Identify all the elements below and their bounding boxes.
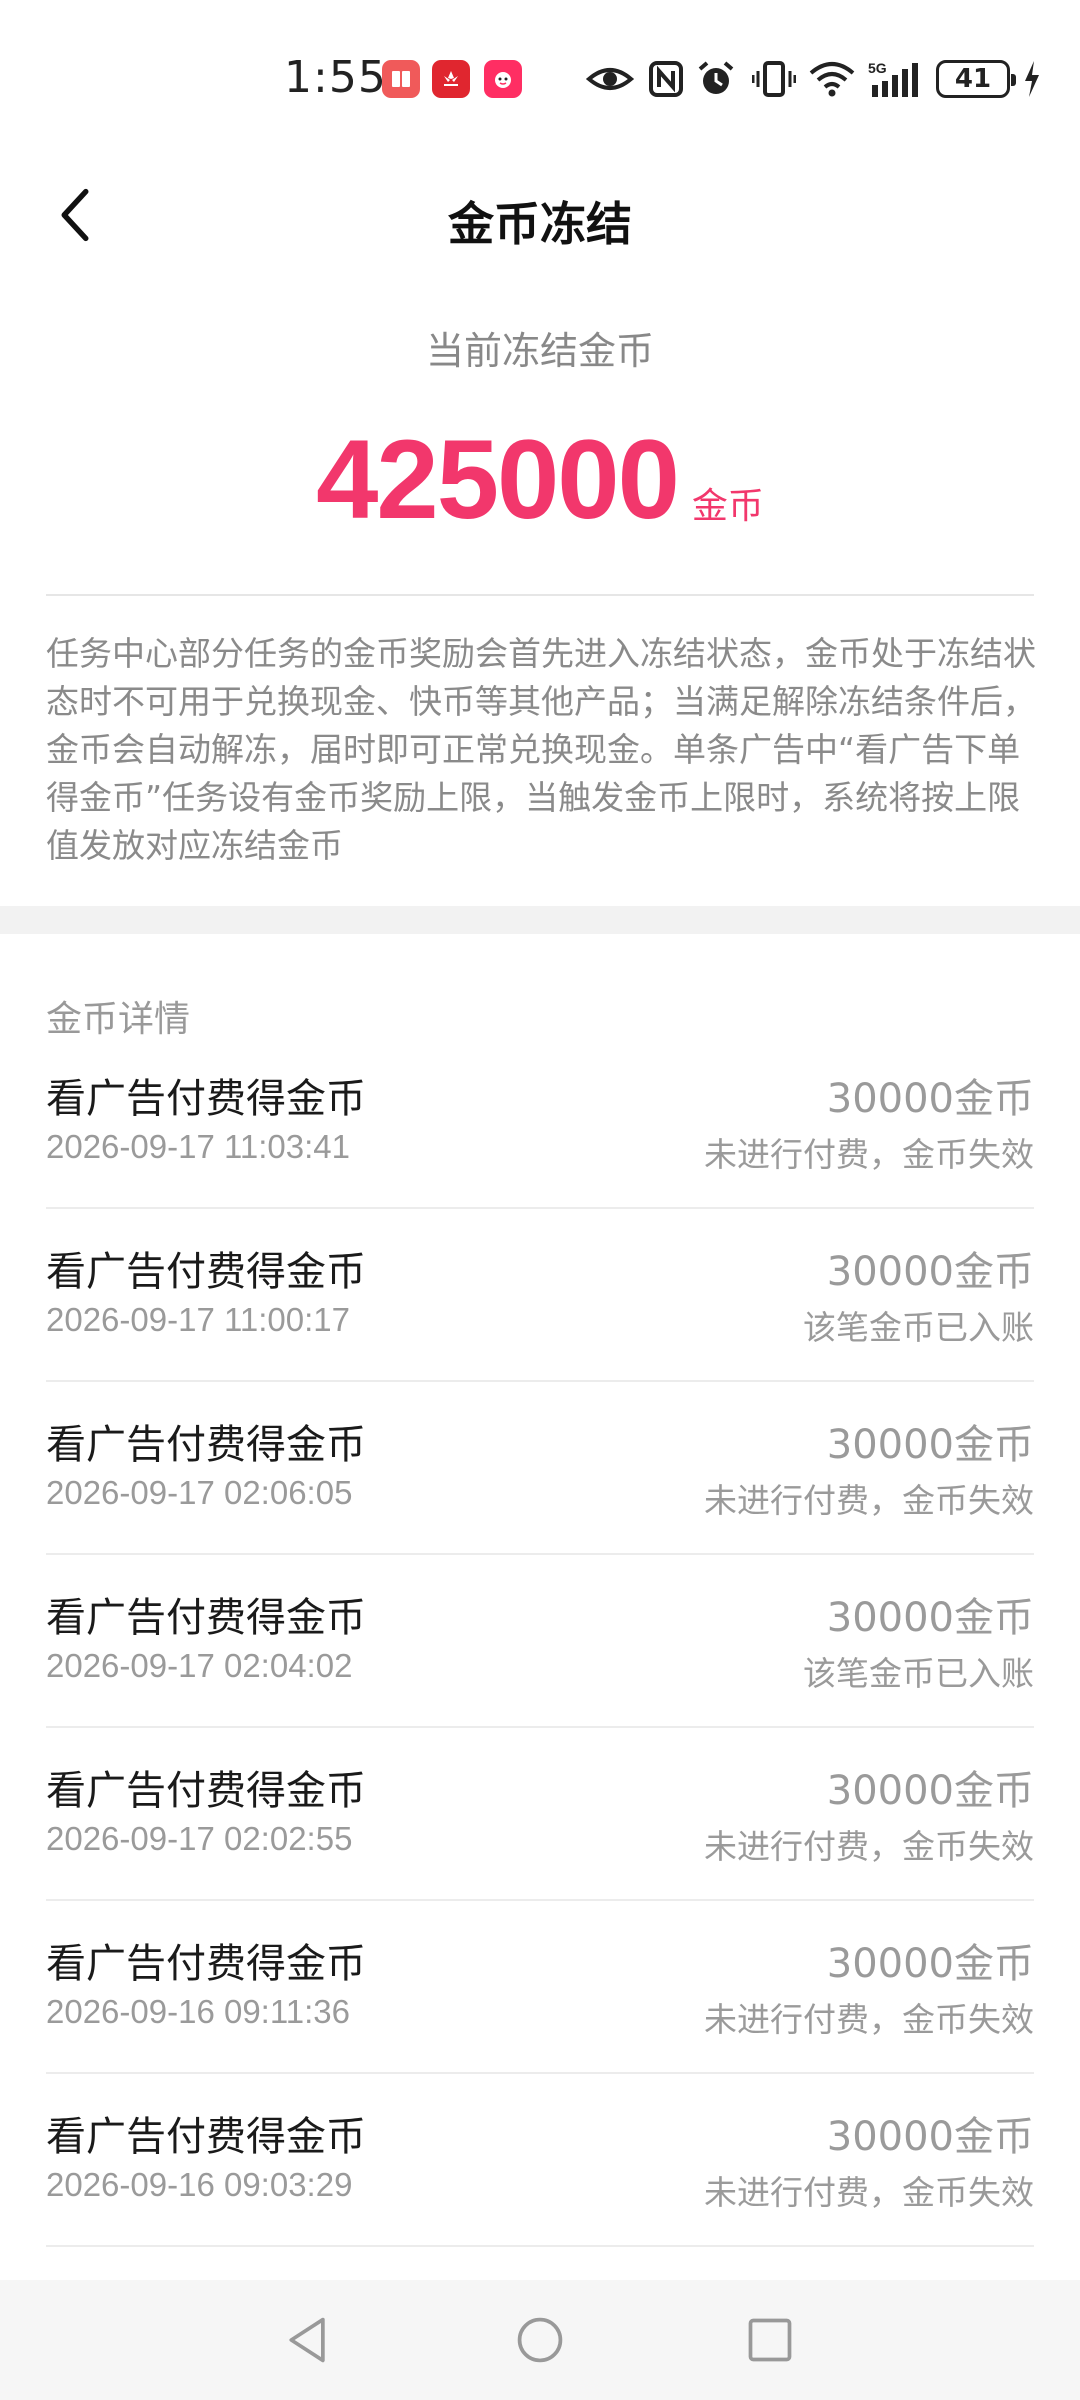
item-time: 2026-09-17 11:03:41 (46, 1128, 350, 1165)
recents-square-icon[interactable] (742, 2312, 798, 2368)
list-item: 看广告付费得金币 2026-09-17 11:00:17 30000金币 该笔金… (46, 1209, 1034, 1382)
item-amount: 30000金币 (826, 1422, 1034, 1468)
list-item: 看广告付费得金币 2026-09-16 09:11:36 30000金币 未进行… (46, 1901, 1034, 2074)
item-title: 看广告付费得金币 (46, 1595, 366, 1641)
status-bar: 1:55 5G 41 (0, 0, 1080, 160)
nfc-icon (648, 58, 684, 100)
item-title: 看广告付费得金币 (46, 1941, 366, 1987)
item-time: 2026-09-17 02:06:05 (46, 1474, 353, 1511)
item-status: 未进行付费，金币失效 (704, 2000, 1034, 2039)
battery-indicator: 41 (936, 60, 1016, 98)
item-title: 看广告付费得金币 (46, 2114, 366, 2160)
system-navigation-bar (0, 2280, 1080, 2400)
item-status: 未进行付费，金币失效 (704, 1827, 1034, 1866)
app-header: 金币冻结 (0, 160, 1080, 270)
summary-label: 当前冻结金币 (425, 329, 654, 373)
network-type-label: 5G (868, 60, 887, 76)
list-item: 看广告付费得金币 2026-09-17 11:03:41 30000金币 未进行… (46, 1036, 1034, 1209)
description-text: 任务中心部分任务的金币奖励会首先进入冻结状态，金币处于冻结状态时不可用于兑换现金… (46, 634, 1036, 865)
item-status: 该笔金币已入账 (803, 1308, 1034, 1347)
frozen-amount: 425000 (316, 417, 680, 542)
mascot-app-icon (484, 60, 522, 98)
wifi-icon (808, 58, 856, 100)
item-title: 看广告付费得金币 (46, 1422, 366, 1468)
eye-icon (586, 58, 634, 100)
item-title: 看广告付费得金币 (46, 1249, 366, 1295)
item-amount: 30000金币 (826, 1076, 1034, 1122)
page-title: 金币冻结 (448, 197, 632, 251)
amount-row: 425000 金币 (0, 415, 1080, 544)
section-title: 金币详情 (46, 999, 191, 1040)
item-amount: 30000金币 (826, 1768, 1034, 1814)
section-separator (0, 906, 1080, 934)
coin-detail-list: 看广告付费得金币 2026-09-17 11:03:41 30000金币 未进行… (46, 1036, 1034, 2247)
item-time: 2026-09-16 09:03:29 (46, 2166, 353, 2203)
item-time: 2026-09-16 09:11:36 (46, 1993, 350, 2030)
item-time: 2026-09-17 02:02:55 (46, 1820, 353, 1857)
back-triangle-icon[interactable] (280, 2312, 336, 2368)
frozen-coin-summary: 当前冻结金币 425000 金币 (0, 320, 1080, 544)
huawei-app-icon (432, 60, 470, 98)
item-status: 未进行付费，金币失效 (704, 1481, 1034, 1520)
item-amount: 30000金币 (826, 1941, 1034, 1987)
home-circle-icon[interactable] (512, 2312, 568, 2368)
signal-icon: 5G (868, 58, 926, 100)
item-status: 未进行付费，金币失效 (704, 1135, 1034, 1174)
list-item: 看广告付费得金币 2026-09-16 09:03:29 30000金币 未进行… (46, 2074, 1034, 2247)
item-status: 未进行付费，金币失效 (704, 2173, 1034, 2212)
alarm-icon (696, 58, 736, 100)
status-time: 1:55 (284, 52, 387, 103)
list-item: 看广告付费得金币 2026-09-17 02:06:05 30000金币 未进行… (46, 1382, 1034, 1555)
item-amount: 30000金币 (826, 1249, 1034, 1295)
item-amount: 30000金币 (826, 2114, 1034, 2160)
item-amount: 30000金币 (826, 1595, 1034, 1641)
item-title: 看广告付费得金币 (46, 1076, 366, 1122)
item-title: 看广告付费得金币 (46, 1768, 366, 1814)
item-time: 2026-09-17 02:04:02 (46, 1647, 353, 1684)
item-time: 2026-09-17 11:00:17 (46, 1301, 350, 1338)
item-status: 该笔金币已入账 (803, 1654, 1034, 1693)
divider (46, 594, 1034, 596)
book-app-icon (382, 60, 420, 98)
list-item: 看广告付费得金币 2026-09-17 02:02:55 30000金币 未进行… (46, 1728, 1034, 1901)
vibrate-icon (752, 58, 796, 100)
charging-icon (1022, 58, 1042, 100)
list-item: 看广告付费得金币 2026-09-17 02:04:02 30000金币 该笔金… (46, 1555, 1034, 1728)
amount-unit: 金币 (691, 486, 764, 527)
